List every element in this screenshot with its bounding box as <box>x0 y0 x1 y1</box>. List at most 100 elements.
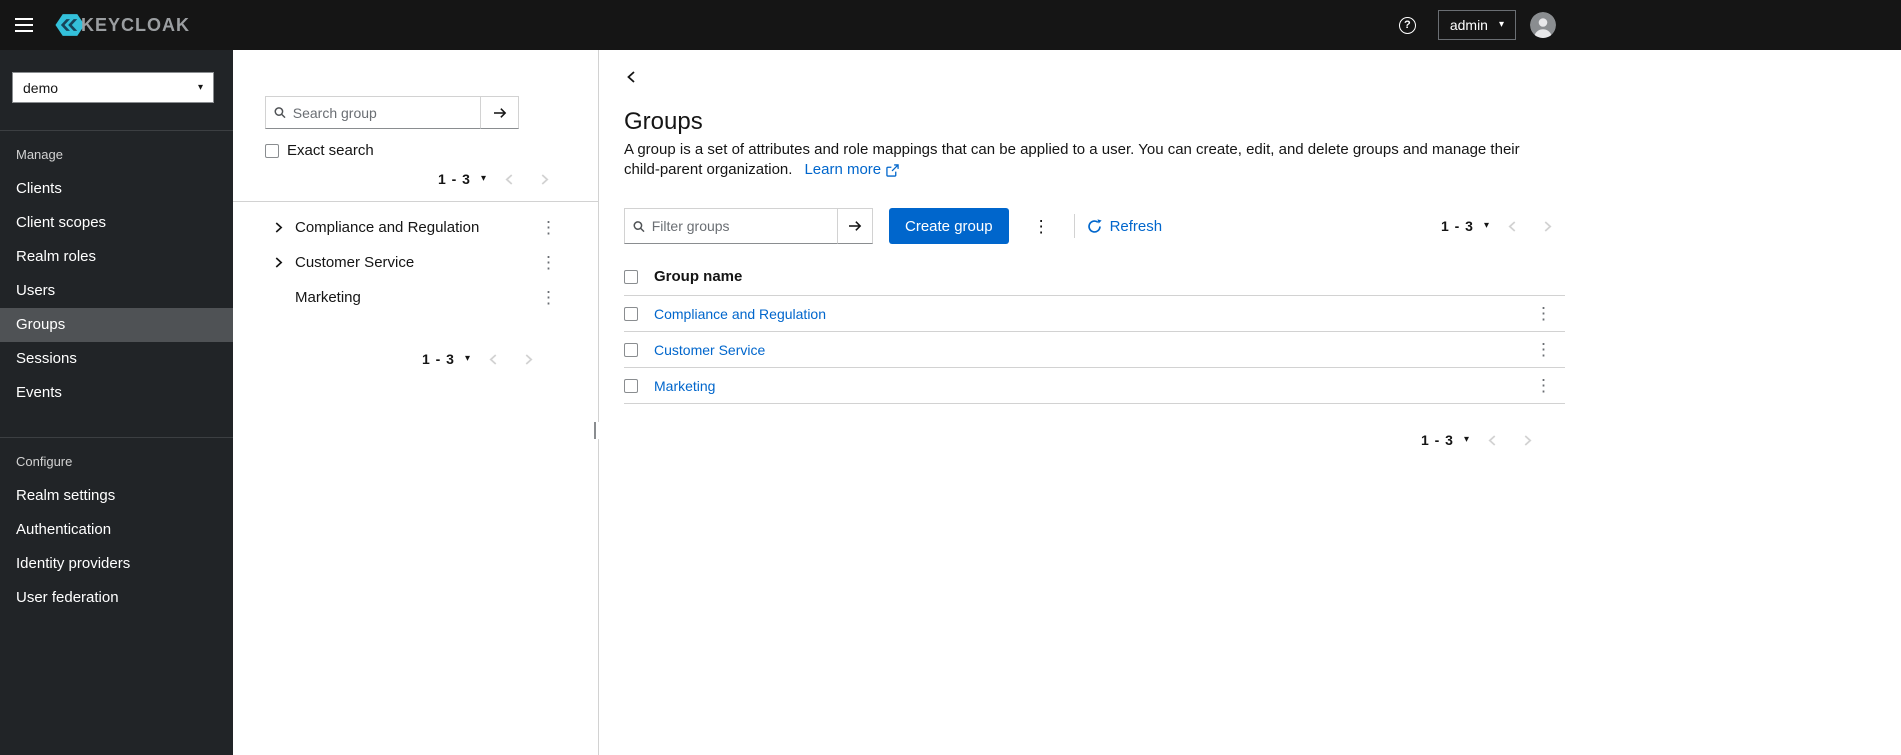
search-input-wrap <box>265 96 481 129</box>
help-button[interactable]: ? <box>1398 16 1416 34</box>
sidebar-item-realm-roles[interactable]: Realm roles <box>0 240 233 274</box>
sidebar-item-realm-settings[interactable]: Realm settings <box>0 479 233 513</box>
kebab-menu-button[interactable]: ⋮ <box>1530 377 1557 394</box>
search-group-submit-button[interactable] <box>480 96 519 129</box>
tree-item-label[interactable]: Marketing <box>295 289 535 306</box>
avatar[interactable] <box>1530 12 1556 38</box>
groups-tree-panel: Exact search 1 - 3 ▾ Compliance and Regu <box>233 50 603 755</box>
groups-tree: Compliance and Regulation ⋮ Customer Ser… <box>265 210 562 315</box>
kebab-menu-button[interactable]: ⋮ <box>535 254 562 271</box>
filter-groups-submit-button[interactable] <box>837 208 873 244</box>
table-row: Compliance and Regulation ⋮ <box>624 296 1565 332</box>
kebab-menu-button[interactable]: ⋮ <box>1530 341 1557 358</box>
group-link[interactable]: Marketing <box>654 378 715 394</box>
search-group-input[interactable] <box>292 104 472 121</box>
main-pagination-bottom: 1 - 3 ▾ <box>624 428 1565 452</box>
user-menu-dropdown[interactable]: admin ▾ <box>1437 10 1516 40</box>
exact-search-checkbox[interactable] <box>265 143 279 158</box>
pagination-prev-button[interactable] <box>492 169 527 190</box>
pagination-range-dropdown[interactable]: 1 - 3 ▾ <box>1435 214 1495 238</box>
sidebar-item-authentication[interactable]: Authentication <box>0 513 233 547</box>
description-text: A group is a set of attributes and role … <box>624 141 1520 178</box>
kebab-menu-button[interactable]: ⋮ <box>535 289 562 306</box>
row-checkbox[interactable] <box>624 378 638 393</box>
hamburger-icon <box>15 18 33 32</box>
filter-input-wrap <box>624 208 838 244</box>
table-header-row: Group name <box>624 258 1565 296</box>
search-icon <box>274 107 286 119</box>
learn-more-link[interactable]: Learn more <box>804 160 899 180</box>
sidebar-item-client-scopes[interactable]: Client scopes <box>0 206 233 240</box>
masthead-toolbar: ? admin ▾ <box>1398 0 1556 50</box>
external-link-icon <box>886 163 899 177</box>
chevron-right-icon <box>1544 220 1552 232</box>
pagination-prev-button[interactable] <box>476 349 511 370</box>
tree-item: Customer Service ⋮ <box>265 245 562 280</box>
chevron-right-icon <box>541 173 549 185</box>
chevron-right-icon <box>275 222 282 233</box>
expand-toggle[interactable] <box>267 256 289 269</box>
divider <box>233 201 598 202</box>
tree-item-label[interactable]: Compliance and Regulation <box>295 219 535 236</box>
search-icon <box>633 220 645 232</box>
tree-pagination-bottom: 1 - 3 ▾ <box>265 347 562 371</box>
sidebar-item-user-federation[interactable]: User federation <box>0 581 233 615</box>
pagination-range-dropdown[interactable]: 1 - 3 ▾ <box>1415 428 1475 452</box>
toolbar-kebab-menu-button[interactable]: ⋮ <box>1021 218 1062 235</box>
group-search <box>265 96 519 129</box>
pagination-prev-button[interactable] <box>1475 430 1510 451</box>
kebab-menu-button[interactable]: ⋮ <box>1530 305 1557 322</box>
group-link[interactable]: Compliance and Regulation <box>654 306 826 322</box>
expand-toggle[interactable] <box>267 221 289 234</box>
refresh-button[interactable]: Refresh <box>1087 217 1163 235</box>
learn-more-label: Learn more <box>804 161 882 178</box>
pagination-range-dropdown[interactable]: 1 - 3 ▾ <box>432 167 492 191</box>
arrow-right-icon <box>849 221 862 231</box>
pagination-next-button[interactable] <box>1510 430 1545 451</box>
sidebar-item-users[interactable]: Users <box>0 274 233 308</box>
keycloak-logo-text: KEYCLOAK <box>81 14 191 35</box>
sidebar-section-manage: Manage Clients Client scopes Realm roles… <box>0 130 233 410</box>
sidebar-item-clients[interactable]: Clients <box>0 172 233 206</box>
masthead: KEYCLOAK ? admin ▾ <box>0 0 1901 50</box>
chevron-down-icon: ▾ <box>1498 19 1504 30</box>
kebab-menu-button[interactable]: ⋮ <box>535 219 562 236</box>
select-all-checkbox[interactable] <box>624 269 638 284</box>
filter-groups <box>624 208 873 244</box>
pagination-range: 1 - 3 <box>421 351 455 367</box>
chevron-left-icon <box>505 173 513 185</box>
sidebar-item-events[interactable]: Events <box>0 376 233 410</box>
sidebar-item-sessions[interactable]: Sessions <box>0 342 233 376</box>
sidebar-item-identity-providers[interactable]: Identity providers <box>0 547 233 581</box>
chevron-down-icon: ▾ <box>1463 434 1469 445</box>
filter-groups-input[interactable] <box>651 218 829 234</box>
pagination-next-button[interactable] <box>527 169 562 190</box>
help-icon: ? <box>1398 16 1416 34</box>
arrow-right-icon <box>493 107 506 118</box>
pagination-range-dropdown[interactable]: 1 - 3 ▾ <box>416 347 476 371</box>
tree-item: Compliance and Regulation ⋮ <box>265 210 562 245</box>
refresh-label: Refresh <box>1109 217 1163 235</box>
chevron-down-icon: ▾ <box>1483 220 1489 231</box>
tree-item-label[interactable]: Customer Service <box>295 254 535 271</box>
pagination-next-button[interactable] <box>511 349 546 370</box>
row-checkbox[interactable] <box>624 342 638 357</box>
page-title: Groups <box>624 108 703 135</box>
chevron-right-icon <box>1524 434 1532 446</box>
sidebar-item-groups[interactable]: Groups <box>0 308 233 342</box>
sidebar-section-label: Manage <box>16 147 63 162</box>
sidebar-section-configure: Configure Realm settings Authentication … <box>0 437 233 615</box>
group-name-column-header: Group name <box>654 268 743 285</box>
hamburger-menu-button[interactable] <box>0 0 48 50</box>
keycloak-logo[interactable]: KEYCLOAK <box>54 9 190 41</box>
sidebar-section-label: Configure <box>16 454 73 469</box>
pagination-prev-button[interactable] <box>1495 216 1530 237</box>
group-link[interactable]: Customer Service <box>654 342 765 358</box>
collapse-tree-button[interactable] <box>624 68 638 86</box>
chevron-right-icon <box>275 257 282 268</box>
row-checkbox[interactable] <box>624 306 638 321</box>
realm-selector[interactable]: demo ▾ <box>12 72 214 103</box>
pagination-next-button[interactable] <box>1530 216 1565 237</box>
create-group-button[interactable]: Create group <box>889 208 1009 244</box>
chevron-left-icon <box>1508 220 1516 232</box>
